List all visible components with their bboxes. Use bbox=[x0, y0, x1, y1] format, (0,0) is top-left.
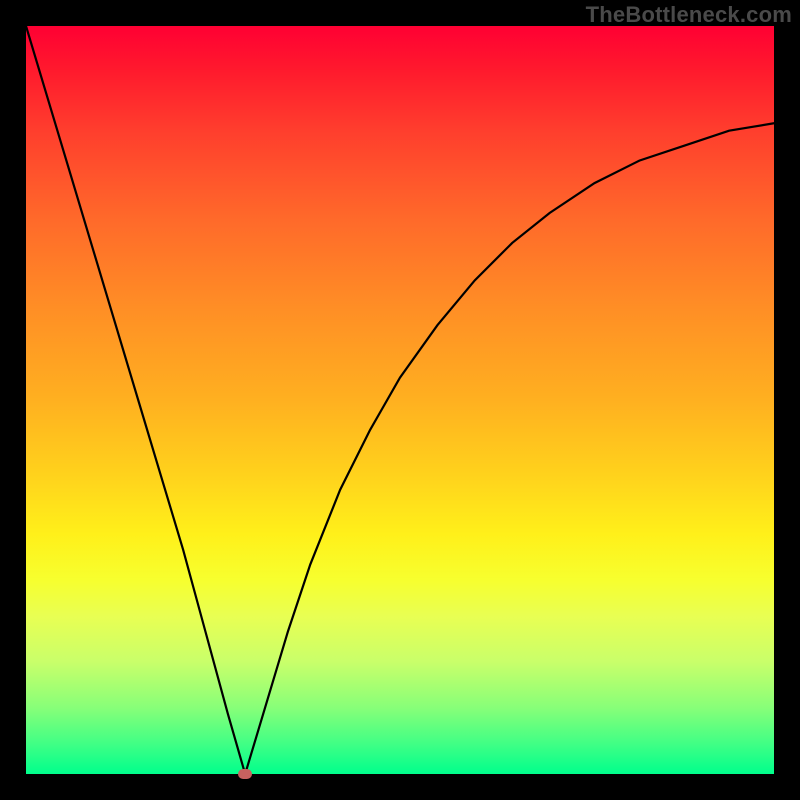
minimum-marker bbox=[238, 769, 252, 779]
plot-background-gradient bbox=[26, 26, 774, 774]
attribution-label: TheBottleneck.com bbox=[586, 2, 792, 28]
chart-frame: TheBottleneck.com bbox=[0, 0, 800, 800]
